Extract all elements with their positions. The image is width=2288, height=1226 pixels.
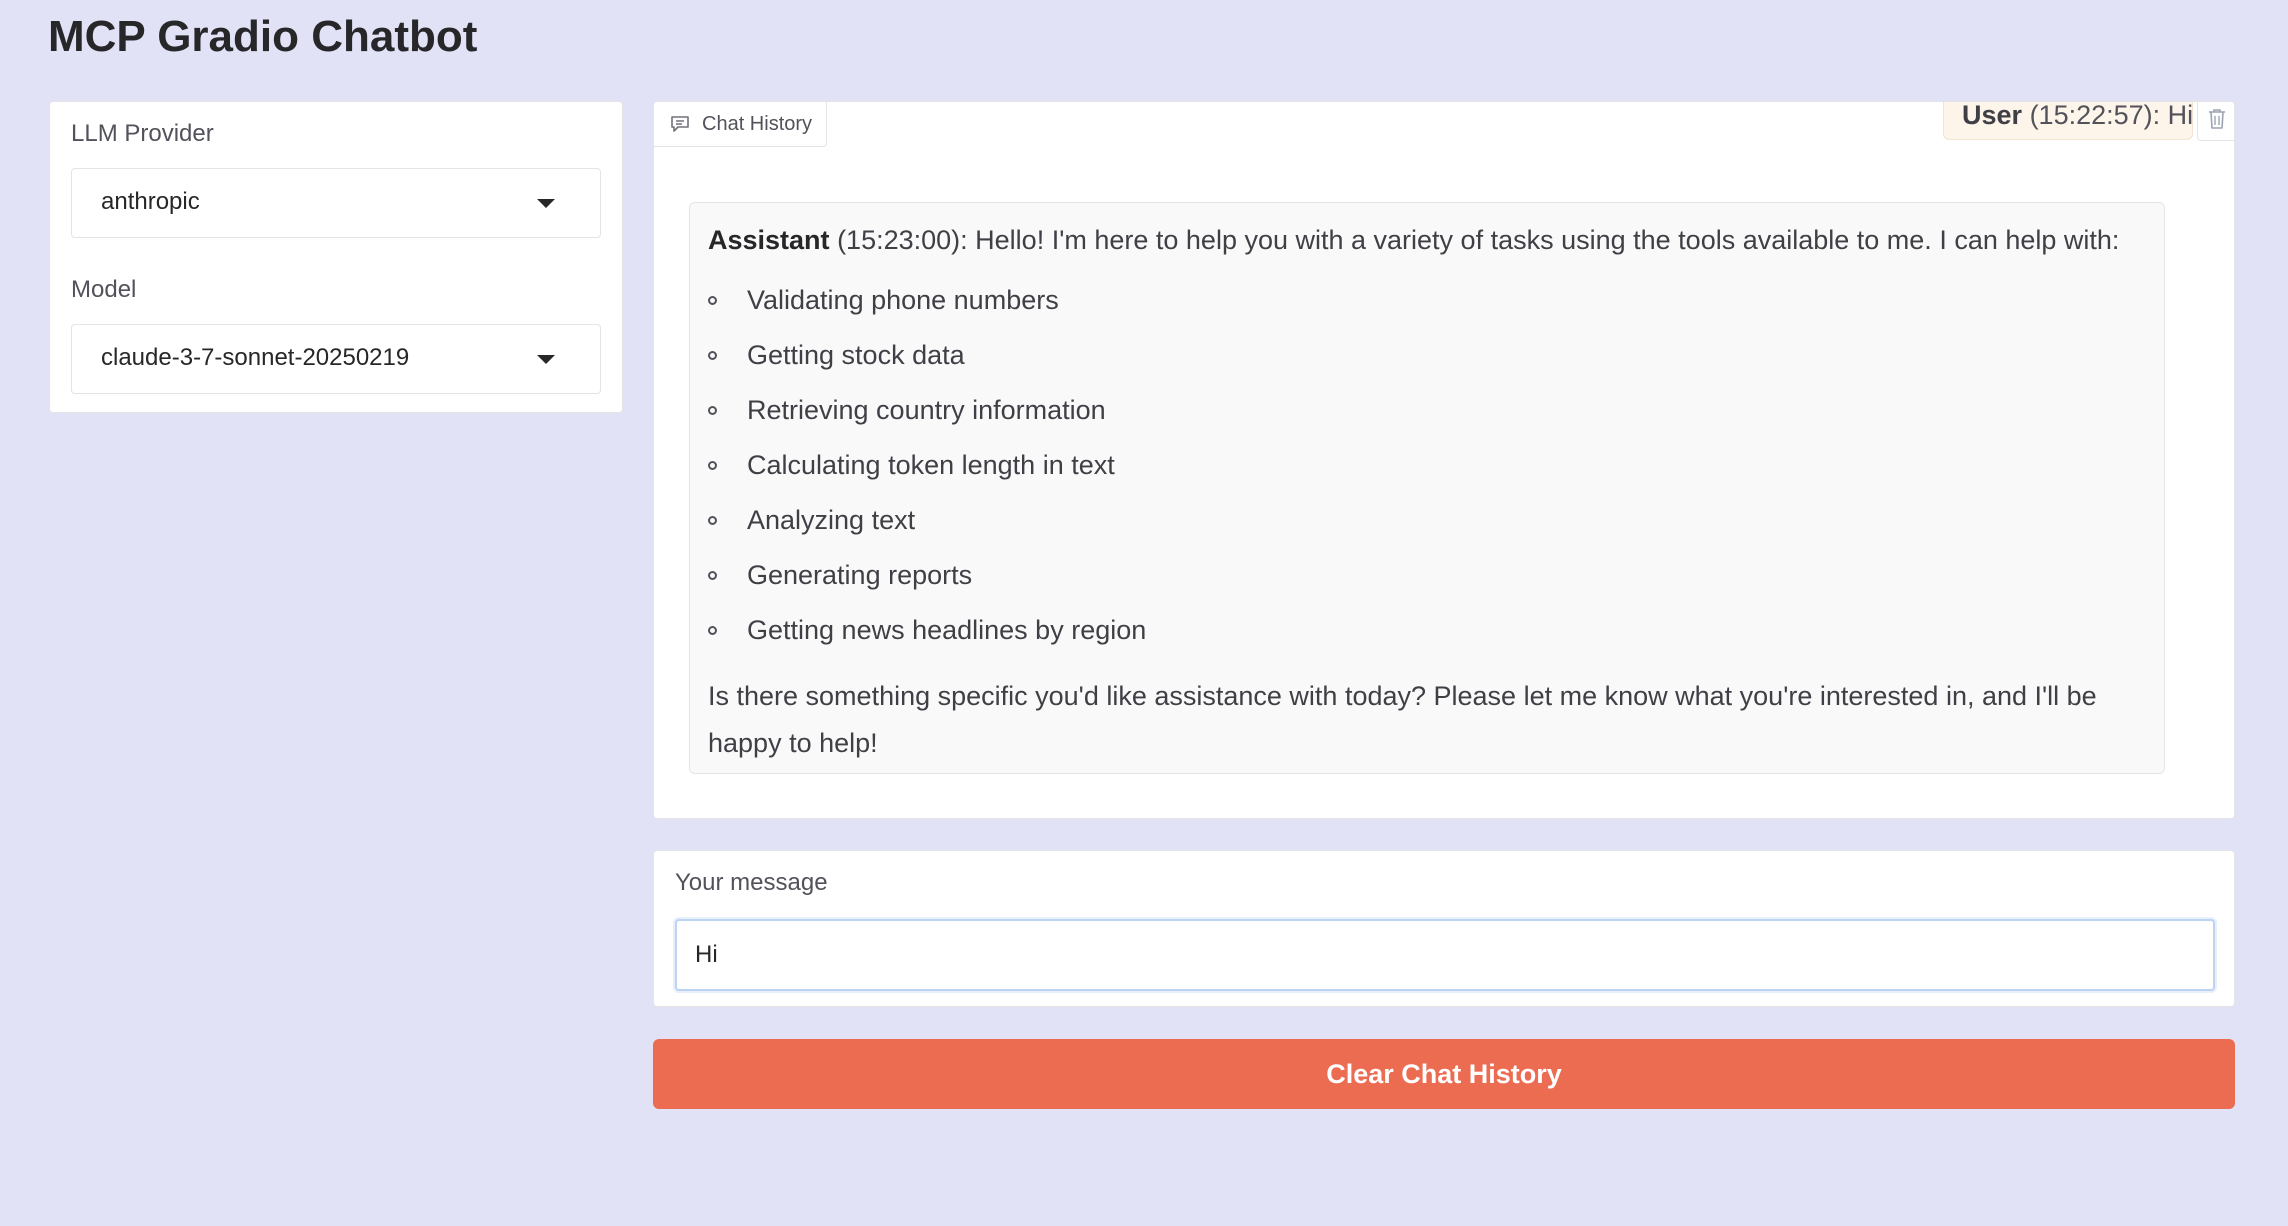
clear-chat-history-button[interactable]: Clear Chat History (653, 1039, 2235, 1109)
circle-bullet-icon (708, 516, 717, 525)
chat-bubble-icon (670, 115, 690, 133)
list-item: Validating phone numbers (708, 273, 1146, 328)
settings-panel: LLM Provider anthropic Model claude-3-7-… (49, 101, 623, 413)
circle-bullet-icon (708, 571, 717, 580)
caret-down-icon (537, 199, 555, 208)
user-message-time: (15:22:57) (2029, 101, 2153, 130)
user-message-bubble: User (15:22:57): Hi (1943, 101, 2193, 140)
assistant-speaker: Assistant (708, 225, 830, 255)
message-panel: Your message (653, 850, 2235, 1007)
message-input[interactable] (675, 919, 2215, 991)
chat-history-label-text: Chat History (702, 112, 813, 135)
model-selected-value: claude-3-7-sonnet-20250219 (101, 344, 410, 371)
list-item: Analyzing text (708, 493, 1146, 548)
provider-label: LLM Provider (71, 120, 214, 147)
list-item: Getting stock data (708, 328, 1146, 383)
circle-bullet-icon (708, 296, 717, 305)
list-item: Generating reports (708, 548, 1146, 603)
list-item: Getting news headlines by region (708, 603, 1146, 658)
chat-history-panel[interactable]: User (15:22:57): Hi Chat History Assista (653, 101, 2235, 819)
circle-bullet-icon (708, 461, 717, 470)
assistant-outro-text: Is there something specific you'd like a… (708, 681, 2097, 758)
user-speaker: User (1962, 101, 2023, 130)
circle-bullet-icon (708, 626, 717, 635)
model-label: Model (71, 276, 137, 303)
list-item: Retrieving country information (708, 383, 1146, 438)
caret-down-icon (537, 355, 555, 364)
circle-bullet-icon (708, 406, 717, 415)
app-title: MCP Gradio Chatbot (48, 12, 478, 61)
assistant-message-time: (15:23:00) (837, 225, 961, 255)
list-item: Calculating token length in text (708, 438, 1146, 493)
circle-bullet-icon (708, 351, 717, 360)
user-message-text: Hi (2167, 101, 2193, 130)
assistant-intro: Assistant (15:23:00): Hello! I'm here to… (708, 225, 2120, 255)
capability-list: Validating phone numbers Getting stock d… (708, 273, 1146, 658)
clear-chat-trash-button[interactable] (2197, 102, 2234, 141)
assistant-message-bubble: Assistant (15:23:00): Hello! I'm here to… (689, 202, 2165, 774)
assistant-intro-text: Hello! I'm here to help you with a varie… (975, 225, 2120, 255)
trash-icon (2208, 108, 2226, 135)
model-dropdown[interactable]: claude-3-7-sonnet-20250219 (71, 324, 601, 394)
provider-dropdown[interactable]: anthropic (71, 168, 601, 238)
provider-selected-value: anthropic (101, 188, 200, 215)
chat-history-label: Chat History (654, 102, 828, 147)
message-label: Your message (675, 869, 828, 896)
